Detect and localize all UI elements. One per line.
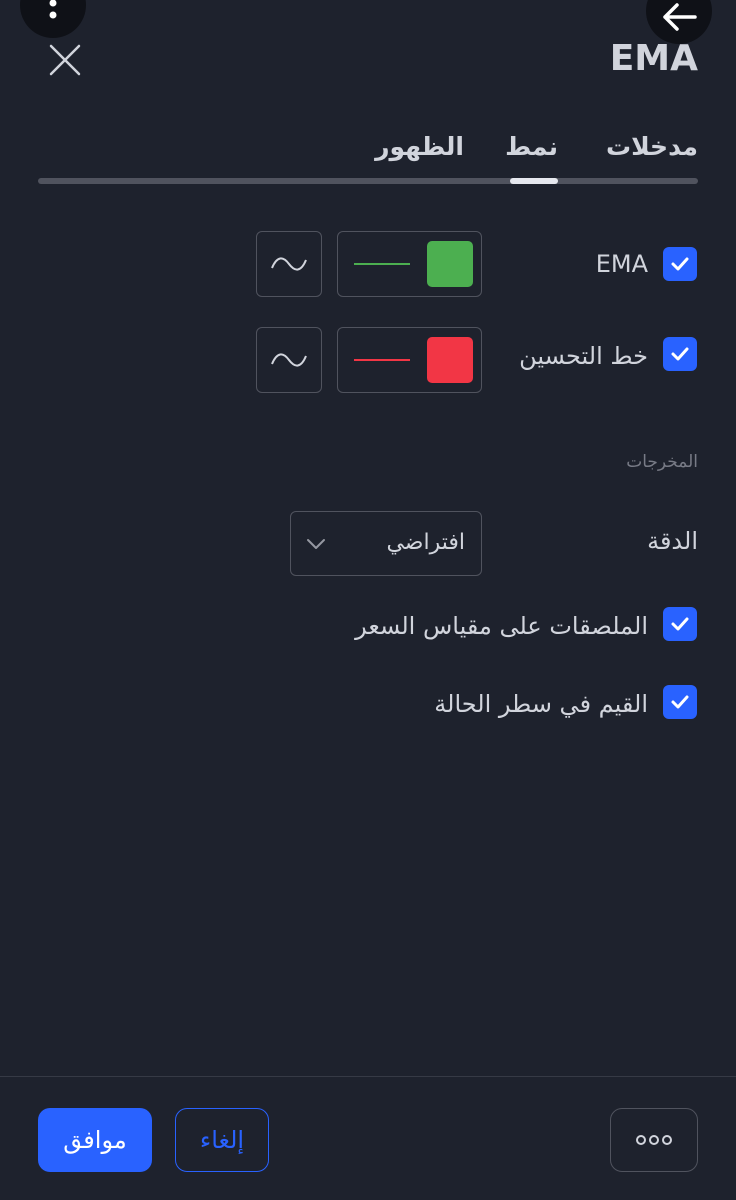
precision-label: الدقة [647, 527, 698, 555]
line-style-icon [271, 257, 307, 271]
more-options-button[interactable] [610, 1108, 698, 1172]
arrow-left-icon [663, 3, 697, 31]
cancel-button[interactable]: إلغاء [175, 1108, 269, 1172]
ok-button[interactable]: موافق [38, 1108, 152, 1172]
smoothing-line-style-button[interactable] [256, 327, 322, 393]
smoothing-line-label: خط التحسين [519, 342, 648, 370]
close-icon[interactable] [45, 40, 85, 80]
line-style-icon [271, 353, 307, 367]
ok-button-label: موافق [63, 1126, 127, 1154]
tab-active-indicator [510, 178, 558, 184]
ema-label: EMA [595, 250, 648, 278]
more-vertical-button[interactable] [20, 0, 86, 38]
check-icon [671, 695, 689, 709]
check-icon [671, 617, 689, 631]
footer-divider [0, 1076, 736, 1077]
labels-on-price-scale-label: الملصقات على مقياس السعر [355, 612, 648, 640]
dialog-title: EMA [609, 38, 698, 79]
chevron-down-icon [307, 539, 325, 549]
tab-style[interactable]: نمط [505, 132, 558, 161]
ema-color-swatch [427, 241, 473, 287]
tab-track [38, 178, 698, 184]
precision-select-value: افتراضي [386, 530, 465, 555]
smoothing-line-checkbox[interactable] [663, 337, 697, 371]
precision-select[interactable]: افتراضي [290, 511, 482, 576]
ema-line-style-button[interactable] [256, 231, 322, 297]
cancel-button-label: إلغاء [199, 1126, 245, 1154]
check-icon [671, 257, 689, 271]
smoothing-line-color-swatch [427, 337, 473, 383]
more-vertical-icon [49, 0, 57, 19]
values-in-status-line-label: القيم في سطر الحالة [434, 690, 648, 718]
smoothing-line-preview [354, 359, 410, 361]
more-horizontal-icon [636, 1135, 672, 1145]
values-in-status-line-checkbox[interactable] [663, 685, 697, 719]
ema-line-preview [354, 263, 410, 265]
ema-checkbox[interactable] [663, 247, 697, 281]
check-icon [671, 347, 689, 361]
smoothing-line-color-picker[interactable] [337, 327, 482, 393]
ema-color-picker[interactable] [337, 231, 482, 297]
tab-visibility[interactable]: الظهور [375, 132, 464, 161]
outputs-section-title: المخرجات [626, 452, 698, 472]
labels-on-price-scale-checkbox[interactable] [663, 607, 697, 641]
tab-inputs[interactable]: مدخلات [606, 132, 698, 161]
